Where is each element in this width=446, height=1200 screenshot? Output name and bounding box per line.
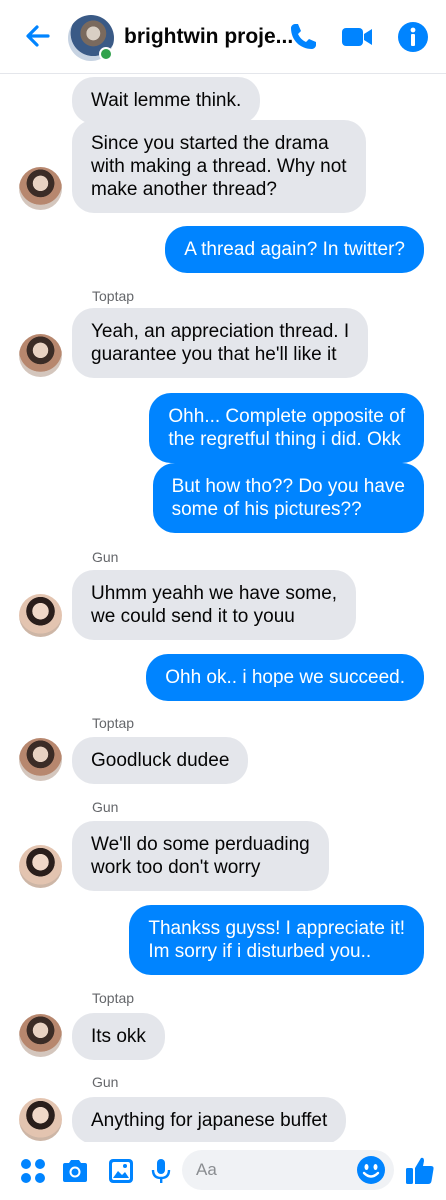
sender-name: Gun <box>92 799 119 815</box>
message-bubble[interactable]: We'll do some perduading work too don't … <box>72 821 329 891</box>
message-composer[interactable] <box>182 1150 394 1190</box>
image-icon[interactable] <box>106 1156 136 1186</box>
sender-name: Toptap <box>92 715 135 731</box>
avatar-toptap[interactable] <box>19 1014 62 1057</box>
message-input[interactable] <box>196 1150 346 1190</box>
message-bubble[interactable]: Since you started the drama with making … <box>72 120 366 213</box>
chat-title[interactable]: brightwin proje... <box>124 25 293 49</box>
message-bubble[interactable]: Wait lemme think. <box>72 77 261 124</box>
avatar-toptap[interactable] <box>19 167 62 210</box>
sender-name: Gun <box>92 549 119 565</box>
smiley-icon[interactable] <box>356 1155 386 1185</box>
message-bubble[interactable]: Yeah, an appreciation thread. I guarante… <box>72 308 369 378</box>
phone-icon[interactable] <box>286 20 320 54</box>
avatar-gun[interactable] <box>19 1098 62 1141</box>
thumbs-up-icon[interactable] <box>404 1154 436 1186</box>
avatar-toptap[interactable] <box>19 334 62 377</box>
message-bubble[interactable]: A thread again? In twitter? <box>165 226 424 273</box>
info-icon[interactable] <box>396 20 430 54</box>
arrow-left-icon[interactable] <box>22 20 54 52</box>
sender-name: Toptap <box>92 990 135 1006</box>
camera-icon[interactable] <box>60 1156 90 1186</box>
message-bubble[interactable]: Goodluck dudee <box>72 737 249 784</box>
chat-header: brightwin proje... <box>0 0 446 74</box>
message-bubble[interactable]: Ohh ok.. i hope we succeed. <box>146 654 424 701</box>
avatar-gun[interactable] <box>19 845 62 888</box>
microphone-icon[interactable] <box>146 1156 176 1186</box>
message-bubble[interactable]: Anything for japanese buffet <box>72 1097 347 1144</box>
composer-bar <box>0 1142 446 1200</box>
avatar-toptap[interactable] <box>19 738 62 781</box>
message-bubble[interactable]: Ohh... Complete opposite of the regretfu… <box>149 393 424 463</box>
video-camera-icon[interactable] <box>340 20 374 54</box>
message-bubble[interactable]: But how tho?? Do you have some of his pi… <box>152 463 424 533</box>
message-bubble[interactable]: Thankss guyss! I appreciate it! Im sorry… <box>129 905 424 975</box>
sender-name: Gun <box>92 1074 119 1090</box>
online-status-dot <box>99 47 113 61</box>
message-list[interactable]: Wait lemme think. Since you started the … <box>0 74 446 1144</box>
message-bubble[interactable]: Uhmm yeahh we have some, we could send i… <box>72 570 357 640</box>
sender-name: Toptap <box>92 288 135 304</box>
message-bubble[interactable]: Its okk <box>72 1013 165 1060</box>
four-dots-menu-icon[interactable] <box>18 1156 48 1186</box>
avatar-gun[interactable] <box>19 594 62 637</box>
